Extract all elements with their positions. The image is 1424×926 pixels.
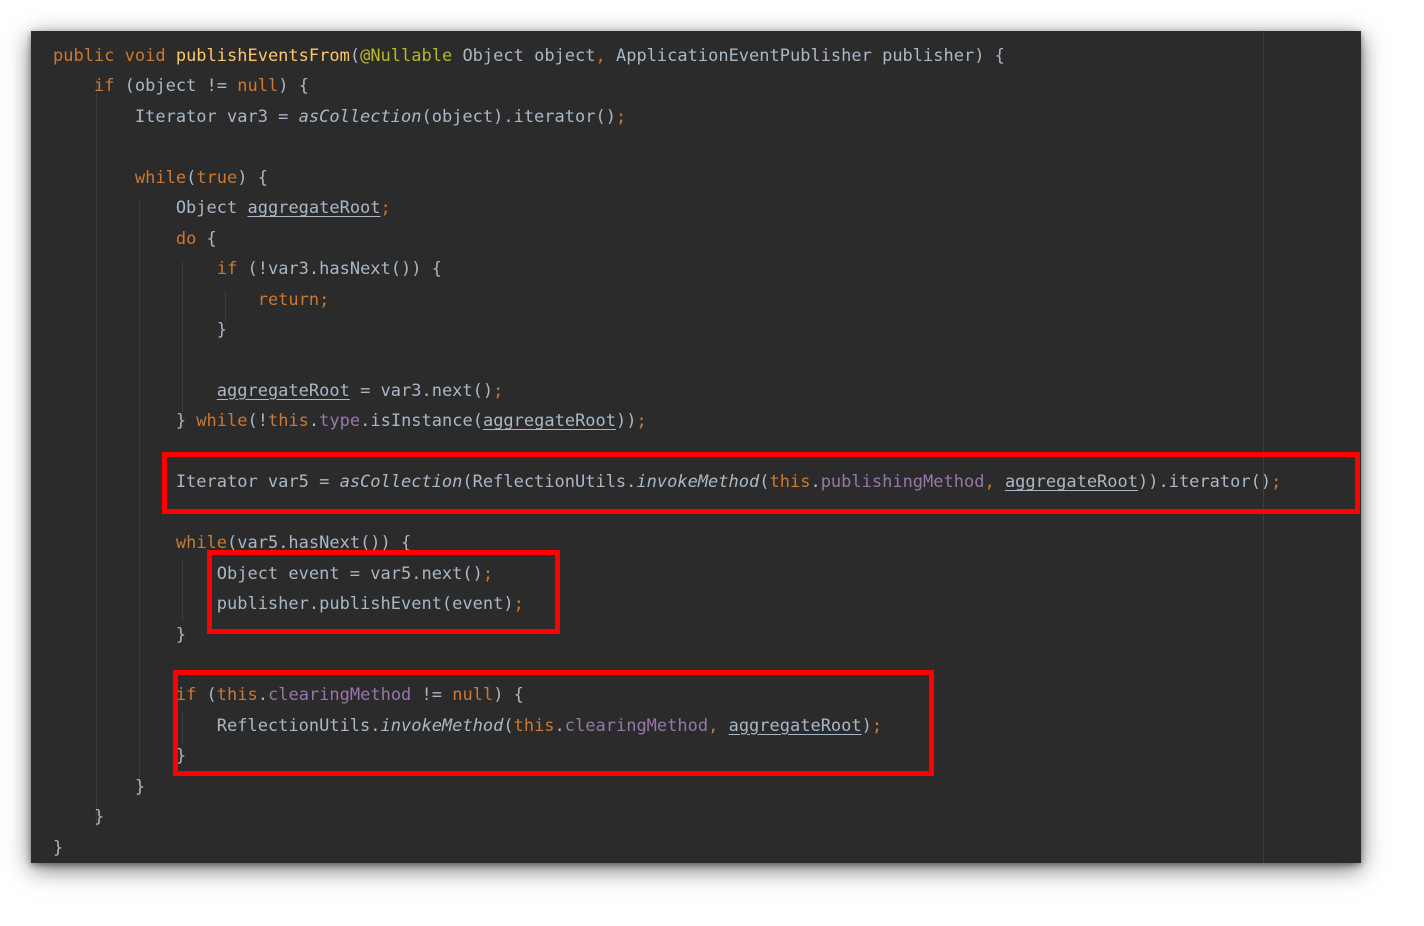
- code-token: )): [616, 411, 637, 432]
- code-line[interactable]: }: [53, 620, 186, 650]
- code-line[interactable]: }: [53, 741, 186, 771]
- code-token: null: [237, 76, 279, 97]
- code-token: (!: [247, 411, 268, 432]
- code-token: ;: [493, 380, 504, 401]
- code-token: type: [319, 411, 361, 432]
- code-line[interactable]: aggregateRoot = var3.next();: [53, 376, 504, 406]
- code-token: asCollection: [298, 106, 422, 127]
- code-token: (object !=: [114, 76, 238, 97]
- code-token: }: [53, 746, 187, 767]
- highlight-box-clearing-method: [173, 670, 934, 776]
- code-line[interactable]: if (!var3.hasNext()) {: [53, 254, 442, 284]
- highlight-box-iterator: [162, 452, 1360, 514]
- code-token: }: [53, 624, 187, 645]
- code-token: (object).iterator(): [421, 106, 616, 127]
- code-token: aggregateRoot: [216, 380, 350, 401]
- code-token: aggregateRoot: [247, 198, 381, 219]
- code-line[interactable]: public void publishEventsFrom(@Nullable …: [53, 41, 1005, 71]
- code-line[interactable]: do {: [53, 224, 217, 254]
- code-token: = var3.next(): [349, 380, 494, 401]
- code-token: do: [175, 228, 197, 249]
- code-token: ) {: [237, 167, 268, 188]
- code-token: public void: [53, 46, 176, 66]
- code-token: ,: [595, 46, 606, 66]
- code-line[interactable]: }: [53, 802, 104, 832]
- code-token: ;: [615, 106, 627, 127]
- code-line[interactable]: }: [53, 833, 63, 863]
- code-token: aggregateRoot: [482, 411, 617, 432]
- code-token: while: [134, 167, 187, 188]
- code-token: ;: [380, 198, 391, 219]
- code-token: @Nullable: [360, 46, 453, 66]
- code-token: this: [267, 411, 309, 432]
- code-line[interactable]: }: [53, 315, 227, 345]
- code-token: Object object: [452, 46, 596, 66]
- code-token: return;: [257, 289, 330, 310]
- code-token: }: [53, 411, 197, 432]
- code-token: }: [53, 837, 64, 858]
- code-line[interactable]: if (object != null) {: [53, 71, 309, 101]
- code-line[interactable]: } while(!this.type.isInstance(aggregateR…: [53, 406, 647, 436]
- code-token: (!var3.hasNext()) {: [237, 259, 442, 280]
- code-token: ApplicationEventPublisher publisher) {: [605, 46, 1005, 66]
- code-line[interactable]: return;: [53, 285, 330, 315]
- code-token: {: [196, 228, 217, 249]
- code-token: ;: [636, 411, 647, 432]
- code-token: ) {: [278, 76, 309, 97]
- code-token: while: [196, 411, 248, 432]
- code-token: (: [186, 167, 197, 188]
- code-token: .: [308, 411, 320, 432]
- code-token: if: [93, 76, 115, 97]
- code-line[interactable]: Object aggregateRoot;: [53, 193, 391, 223]
- code-token: Iterator var3 =: [53, 106, 299, 127]
- code-line[interactable]: }: [53, 772, 145, 802]
- highlight-box-publish-event: [207, 550, 560, 634]
- code-token: if: [216, 259, 238, 280]
- right-margin-guide: [1263, 31, 1264, 863]
- code-token: }: [53, 807, 105, 828]
- code-token: }: [53, 776, 146, 797]
- code-token: true: [196, 167, 238, 188]
- code-token: }: [53, 320, 227, 341]
- code-token: Object: [53, 198, 248, 219]
- code-line[interactable]: Iterator var3 = asCollection(object).ite…: [53, 102, 626, 132]
- code-token: .isInstance(: [360, 411, 483, 432]
- code-line[interactable]: while(true) {: [53, 163, 268, 193]
- code-token: publishEventsFrom: [175, 46, 350, 66]
- code-token: (: [349, 46, 361, 66]
